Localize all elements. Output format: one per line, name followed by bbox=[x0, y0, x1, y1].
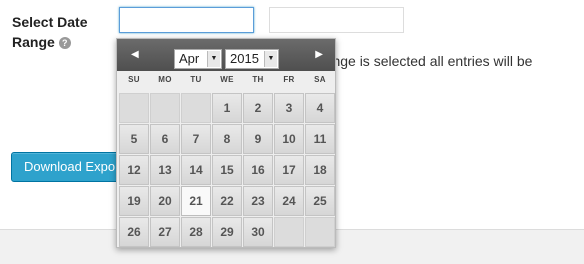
calendar-day-cell[interactable]: 28 bbox=[181, 217, 211, 247]
calendar-empty-cell bbox=[181, 93, 211, 123]
calendar-day-cell[interactable]: 11 bbox=[305, 124, 335, 154]
weekday-header-row: SU MO TU WE TH FR SA bbox=[119, 75, 335, 89]
calendar-day-cell[interactable]: 3 bbox=[274, 93, 304, 123]
calendar-day-cell[interactable]: 5 bbox=[119, 124, 149, 154]
calendar-day-cell[interactable]: 10 bbox=[274, 124, 304, 154]
weekday-label: WE bbox=[220, 75, 234, 84]
date-range-label-line2: Range bbox=[12, 34, 55, 50]
date-range-label: Select Date Range? bbox=[12, 12, 112, 52]
calendar-day-cell[interactable]: 18 bbox=[305, 155, 335, 185]
month-select[interactable]: Apr ▼ bbox=[174, 49, 222, 69]
calendar-day-cell[interactable]: 8 bbox=[212, 124, 242, 154]
prev-month-icon[interactable]: ◀ bbox=[131, 49, 139, 61]
calendar-day-cell[interactable]: 4 bbox=[305, 93, 335, 123]
calendar-header: ◀ Apr ▼ 2015 ▼ ▶ bbox=[117, 39, 335, 71]
weekday-label: SA bbox=[314, 75, 326, 84]
weekday-label: TU bbox=[190, 75, 202, 84]
calendar-day-cell[interactable]: 15 bbox=[212, 155, 242, 185]
calendar-empty-cell bbox=[274, 217, 304, 247]
weekday-label: FR bbox=[283, 75, 295, 84]
date-range-note: range is selected all entries will be bbox=[320, 53, 533, 69]
calendar-day-cell[interactable]: 30 bbox=[243, 217, 273, 247]
year-select[interactable]: 2015 ▼ bbox=[225, 49, 279, 69]
calendar-day-cell[interactable]: 26 bbox=[119, 217, 149, 247]
chevron-down-icon: ▼ bbox=[207, 51, 220, 67]
calendar-day-cell[interactable]: 7 bbox=[181, 124, 211, 154]
calendar-day-cell[interactable]: 20 bbox=[150, 186, 180, 216]
calendar-day-cell[interactable]: 22 bbox=[212, 186, 242, 216]
month-select-value: Apr bbox=[179, 51, 200, 66]
calendar-day-cell[interactable]: 17 bbox=[274, 155, 304, 185]
calendar-day-cell[interactable]: 23 bbox=[243, 186, 273, 216]
weekday-label: MO bbox=[158, 75, 172, 84]
calendar-day-cell[interactable]: 27 bbox=[150, 217, 180, 247]
calendar-day-cell[interactable]: 14 bbox=[181, 155, 211, 185]
chevron-down-icon: ▼ bbox=[264, 51, 277, 67]
year-select-value: 2015 bbox=[230, 51, 259, 66]
calendar-day-cell[interactable]: 24 bbox=[274, 186, 304, 216]
calendar-day-cell[interactable]: 12 bbox=[119, 155, 149, 185]
end-date-input[interactable] bbox=[269, 7, 404, 33]
calendar-day-cell[interactable]: 2 bbox=[243, 93, 273, 123]
calendar-day-cell[interactable]: 9 bbox=[243, 124, 273, 154]
next-month-icon[interactable]: ▶ bbox=[315, 49, 323, 61]
weekday-label: TH bbox=[252, 75, 264, 84]
date-range-label-line1: Select Date bbox=[12, 14, 88, 30]
calendar-empty-cell bbox=[150, 93, 180, 123]
calendar-day-cell[interactable]: 16 bbox=[243, 155, 273, 185]
calendar-day-cell[interactable]: 6 bbox=[150, 124, 180, 154]
weekday-label: SU bbox=[128, 75, 140, 84]
start-date-input[interactable] bbox=[119, 7, 254, 33]
help-icon[interactable]: ? bbox=[58, 37, 71, 49]
calendar-day-cell[interactable]: 1 bbox=[212, 93, 242, 123]
calendar-day-cell[interactable]: 29 bbox=[212, 217, 242, 247]
datepicker-calendar: ◀ Apr ▼ 2015 ▼ ▶ SU MO TU WE TH FR SA 12345678… bbox=[116, 38, 336, 248]
calendar-day-cell[interactable]: 25 bbox=[305, 186, 335, 216]
calendar-empty-cell bbox=[119, 93, 149, 123]
calendar-day-cell[interactable]: 21 bbox=[181, 186, 211, 216]
calendar-day-cell[interactable]: 13 bbox=[150, 155, 180, 185]
calendar-empty-cell bbox=[305, 217, 335, 247]
calendar-day-cell[interactable]: 19 bbox=[119, 186, 149, 216]
